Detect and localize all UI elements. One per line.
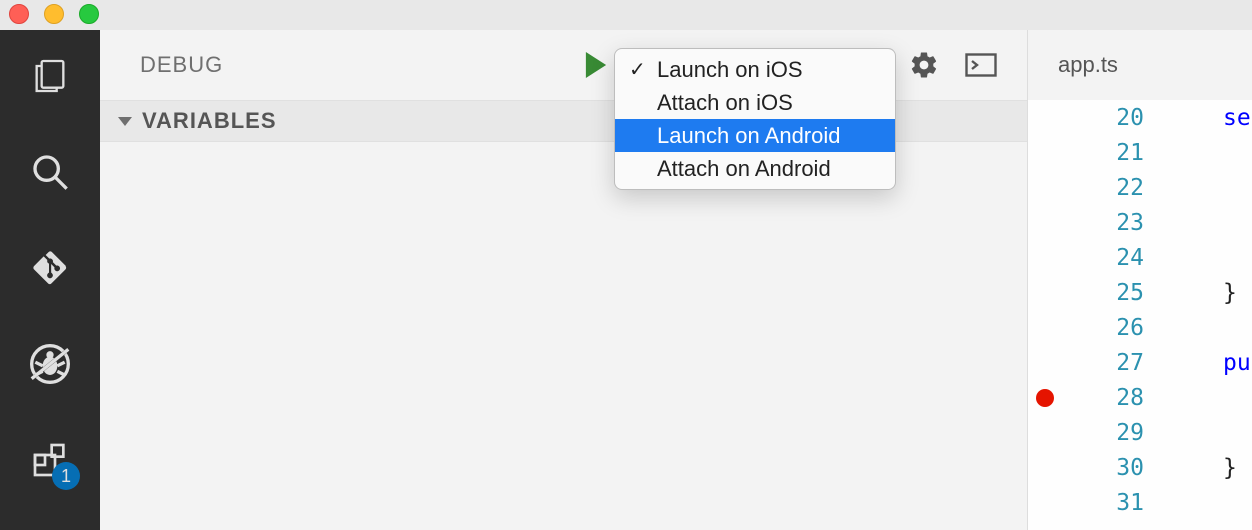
activity-bar: 1 — [0, 30, 100, 530]
line-number[interactable]: 28 — [1028, 380, 1188, 415]
code-line[interactable] — [1223, 485, 1252, 520]
line-gutter: 202122232425262728293031 — [1028, 100, 1188, 530]
code-line[interactable] — [1223, 135, 1252, 170]
dropdown-item-label: Launch on Android — [657, 123, 841, 149]
code-line[interactable] — [1223, 170, 1252, 205]
dropdown-item[interactable]: Attach on iOS — [615, 86, 895, 119]
configure-button[interactable] — [909, 50, 939, 80]
editor: app.ts 202122232425262728293031 set} pub} — [1027, 30, 1252, 530]
code-line[interactable] — [1223, 310, 1252, 345]
line-number[interactable]: 24 — [1028, 240, 1188, 275]
dropdown-item-label: Attach on Android — [657, 156, 831, 182]
debug-console-button[interactable] — [965, 53, 997, 77]
line-number[interactable]: 20 — [1028, 100, 1188, 135]
editor-tab[interactable]: app.ts — [1058, 52, 1118, 78]
line-number[interactable]: 27 — [1028, 345, 1188, 380]
line-number[interactable]: 30 — [1028, 450, 1188, 485]
code-line[interactable]: pub — [1223, 345, 1252, 380]
git-icon[interactable] — [26, 244, 74, 292]
dropdown-item-label: Attach on iOS — [657, 90, 793, 116]
line-number[interactable]: 21 — [1028, 135, 1188, 170]
breakpoint-icon[interactable] — [1036, 389, 1054, 407]
code-line[interactable]: } — [1223, 450, 1252, 485]
dropdown-item[interactable]: ✓ Launch on iOS — [615, 53, 895, 86]
line-number[interactable]: 23 — [1028, 205, 1188, 240]
check-icon: ✓ — [629, 57, 646, 82]
line-number[interactable]: 22 — [1028, 170, 1188, 205]
debug-icon[interactable] — [26, 340, 74, 388]
dropdown-item-label: Launch on iOS — [657, 57, 803, 83]
line-number[interactable]: 31 — [1028, 485, 1188, 520]
code-line[interactable] — [1223, 205, 1252, 240]
dropdown-item[interactable]: Launch on Android — [615, 119, 895, 152]
line-number[interactable]: 25 — [1028, 275, 1188, 310]
editor-tabbar: app.ts — [1028, 30, 1252, 100]
extensions-badge: 1 — [52, 462, 80, 490]
code-line[interactable] — [1223, 380, 1252, 415]
code-area[interactable]: set} pub} — [1223, 100, 1252, 530]
debug-title: DEBUG — [140, 52, 223, 78]
window-controls — [9, 4, 99, 24]
code-line[interactable] — [1223, 415, 1252, 450]
start-debug-button[interactable] — [585, 52, 607, 78]
code-line[interactable]: set — [1223, 100, 1252, 135]
chevron-down-icon — [118, 117, 132, 126]
code-line[interactable] — [1223, 240, 1252, 275]
search-icon[interactable] — [26, 148, 74, 196]
line-number[interactable]: 26 — [1028, 310, 1188, 345]
line-number[interactable]: 29 — [1028, 415, 1188, 450]
debug-config-dropdown[interactable]: ✓ Launch on iOS Attach on iOS Launch on And… — [614, 48, 896, 190]
explorer-icon[interactable] — [26, 52, 74, 100]
extensions-icon[interactable]: 1 — [26, 436, 74, 484]
dropdown-item[interactable]: Attach on Android — [615, 152, 895, 185]
close-window-button[interactable] — [9, 4, 29, 24]
zoom-window-button[interactable] — [79, 4, 99, 24]
minimize-window-button[interactable] — [44, 4, 64, 24]
titlebar — [0, 0, 1252, 30]
variables-section-label: VARIABLES — [142, 108, 277, 134]
code-line[interactable]: } — [1223, 275, 1252, 310]
